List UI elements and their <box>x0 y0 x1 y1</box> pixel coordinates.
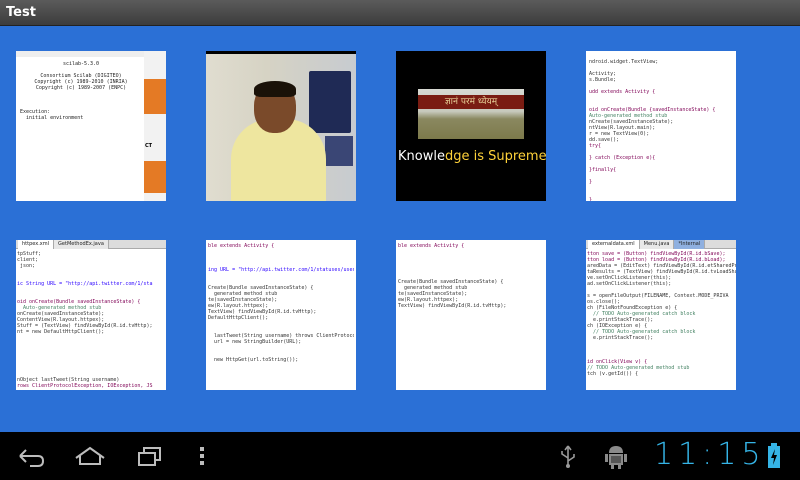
caption: Knowledge is Supreme <box>398 149 546 164</box>
editor-tab: Menu.java <box>639 240 675 249</box>
usb-status <box>558 444 578 468</box>
overflow-menu-button[interactable] <box>192 442 212 470</box>
app-title-bar: Test <box>0 0 800 26</box>
code-line: ing URL = "http://api.twitter.com/1/stat… <box>208 267 354 273</box>
thumbnail-title-card[interactable]: ज्ञानं परमं ध्येयम् Knowledge is Supreme <box>396 51 546 201</box>
poster-image-2 <box>325 136 353 166</box>
home-icon <box>75 446 105 465</box>
thumbnail-code-editor-4[interactable]: ble extends Activity {Create(Bundle save… <box>396 240 546 390</box>
thumbnail-grid: scilab-5.3.0 Consortium Scilab (DIGITEO)… <box>0 26 800 432</box>
console-line: Copyright (c) 1989-2007 (ENPC) <box>35 85 127 91</box>
code-line: new HttpGet(url.toString()); <box>208 357 299 363</box>
editor-tab: GetMethodEx.java <box>54 240 109 249</box>
battery-charging-icon <box>768 443 780 468</box>
code-line: ic String URL = "http://api.twitter.com/… <box>17 281 153 287</box>
thumbnail-scilab[interactable]: scilab-5.3.0 Consortium Scilab (DIGITEO)… <box>16 51 166 201</box>
editor-tab: httpex.xml <box>18 240 55 249</box>
thumbnail-video-lecture[interactable] <box>206 51 356 201</box>
code-line: rows ClientProtocolException, IOExceptio… <box>17 383 153 389</box>
editor-tab: *Internal <box>674 240 706 249</box>
thumbnail-code-editor-3[interactable]: ble extends Activity {ing URL = "http://… <box>206 240 356 390</box>
code-line: } <box>589 197 593 201</box>
app-title: Test <box>6 5 36 20</box>
caption-part1: Knowle <box>398 149 445 164</box>
console-text: scilab-5.3.0 Consortium Scilab (DIGITEO)… <box>16 51 146 201</box>
code-line: tch (v.getId()) { <box>587 371 639 377</box>
code-line: TextView) findViewById(R.id.tvHttp); <box>398 303 507 309</box>
editor-tabs: externaldata.xml Menu.java *Internal <box>586 240 736 249</box>
presenter-hair <box>254 81 296 97</box>
thumbnail-code-editor-1[interactable]: ndroid.widget.TextView; Activity; s.Bundle… <box>586 51 736 201</box>
usb-icon <box>561 445 575 468</box>
back-icon <box>19 449 45 467</box>
side-panel: CT <box>144 51 166 201</box>
editor-tabs: httpex.xml GetMethodEx.java <box>16 240 166 249</box>
home-button[interactable] <box>70 442 110 470</box>
overflow-menu-icon <box>200 447 204 465</box>
android-debug-icon <box>605 446 627 469</box>
status-clock: 11:15 <box>654 437 766 472</box>
thumbnail-code-editor-5[interactable]: externaldata.xml Menu.java *Internal tton … <box>586 240 736 390</box>
thumbnail-code-editor-2[interactable]: httpex.xml GetMethodEx.java tpStuff; clien… <box>16 240 166 390</box>
side-text: CT <box>145 143 153 149</box>
recent-apps-icon <box>138 447 161 466</box>
editor-tab: externaldata.xml <box>588 240 640 249</box>
console-line: initial environment <box>20 115 84 121</box>
building-image: ज्ञानं परमं ध्येयम् <box>418 89 524 139</box>
poster-image <box>309 71 351 133</box>
recent-apps-button[interactable] <box>130 442 170 470</box>
back-button[interactable] <box>10 442 50 470</box>
battery-status <box>766 442 782 470</box>
caption-part2: dge is Supreme <box>444 149 546 164</box>
banner-text: ज्ञानं परमं ध्येयम् <box>418 95 524 109</box>
debug-status <box>604 442 628 470</box>
